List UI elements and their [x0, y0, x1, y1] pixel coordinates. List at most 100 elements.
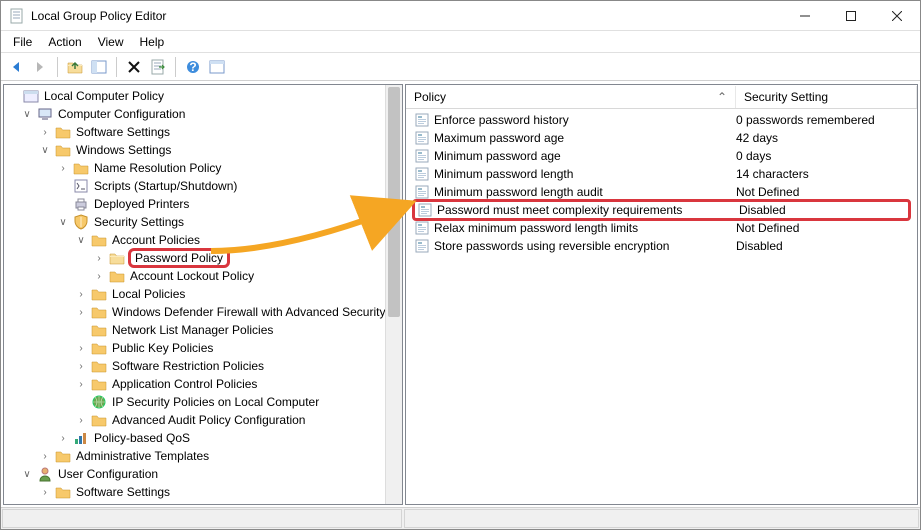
menu-action[interactable]: Action: [40, 33, 89, 51]
separator: [57, 57, 58, 77]
tree-deployed-printers[interactable]: Deployed Printers: [6, 195, 400, 213]
expand-icon[interactable]: ›: [92, 271, 106, 282]
list-row[interactable]: Minimum password length 14 characters: [406, 165, 917, 183]
folder-icon: [91, 304, 107, 320]
tree-label: Software Restriction Policies: [110, 358, 266, 374]
separator: [116, 57, 117, 77]
back-button[interactable]: [5, 56, 27, 78]
svg-text:?: ?: [189, 60, 196, 74]
tree-administrative-templates[interactable]: › Administrative Templates: [6, 447, 400, 465]
policy-setting: Disabled: [739, 203, 906, 217]
tree-network-list-manager[interactable]: Network List Manager Policies: [6, 321, 400, 339]
collapse-icon[interactable]: ∨: [74, 235, 88, 246]
list-row[interactable]: Minimum password age 0 days: [406, 147, 917, 165]
expand-icon[interactable]: ›: [74, 415, 88, 426]
tree-label: Account Lockout Policy: [128, 268, 256, 284]
expand-icon[interactable]: ›: [74, 307, 88, 318]
folder-icon: [109, 250, 125, 266]
up-button[interactable]: [64, 56, 86, 78]
close-button[interactable]: [874, 1, 920, 31]
tree-ip-security-policies[interactable]: IP Security Policies on Local Computer: [6, 393, 400, 411]
tree-windows-settings[interactable]: ∨ Windows Settings: [6, 141, 400, 159]
maximize-button[interactable]: [828, 1, 874, 31]
list-row[interactable]: Enforce password history0 passwords reme…: [406, 111, 917, 129]
sort-asc-icon: ⌃: [717, 90, 727, 104]
expand-icon[interactable]: ›: [74, 379, 88, 390]
folder-icon: [91, 376, 107, 392]
col-security-setting[interactable]: Security Setting: [736, 86, 917, 108]
policy-setting: 0 days: [736, 149, 909, 163]
tree-public-key-policies[interactable]: › Public Key Policies: [6, 339, 400, 357]
minimize-button[interactable]: [782, 1, 828, 31]
tree-scripts[interactable]: Scripts (Startup/Shutdown): [6, 177, 400, 195]
list-row[interactable]: Store passwords using reversible encrypt…: [406, 237, 917, 255]
delete-button[interactable]: [123, 56, 145, 78]
tree-name-resolution-policy[interactable]: › Name Resolution Policy: [6, 159, 400, 177]
expand-icon[interactable]: ›: [38, 451, 52, 462]
properties-button[interactable]: [206, 56, 228, 78]
collapse-icon[interactable]: ∨: [20, 109, 34, 120]
shield-icon: [73, 214, 89, 230]
folder-icon: [55, 124, 71, 140]
folder-icon: [91, 322, 107, 338]
menu-help[interactable]: Help: [132, 33, 173, 51]
expand-icon[interactable]: ›: [38, 127, 52, 138]
tree-policy-based-qos[interactable]: › Policy-based QoS: [6, 429, 400, 447]
tree-user-software-settings[interactable]: › Software Settings: [6, 483, 400, 501]
menu-bar: File Action View Help: [1, 31, 920, 53]
forward-button[interactable]: [29, 56, 51, 78]
tree-account-lockout-policy[interactable]: › Account Lockout Policy: [6, 267, 400, 285]
tree-account-policies[interactable]: ∨ Account Policies: [6, 231, 400, 249]
policy-name: Enforce password history: [434, 113, 569, 127]
folder-icon: [109, 268, 125, 284]
tree-software-settings[interactable]: › Software Settings: [6, 123, 400, 141]
tree-computer-configuration[interactable]: ∨ Computer Configuration: [6, 105, 400, 123]
collapse-icon[interactable]: ∨: [38, 145, 52, 156]
expand-icon[interactable]: ›: [56, 433, 70, 444]
policy-name: Minimum password length: [434, 167, 573, 181]
tree-root[interactable]: Local Computer Policy: [6, 87, 400, 105]
expand-icon[interactable]: ›: [74, 343, 88, 354]
collapse-icon[interactable]: ∨: [56, 217, 70, 228]
tree-label: Account Policies: [110, 232, 202, 248]
tree-security-settings[interactable]: ∨ Security Settings: [6, 213, 400, 231]
menu-view[interactable]: View: [90, 33, 132, 51]
list-header: Policy ⌃ Security Setting: [406, 85, 917, 109]
policy-setting: 14 characters: [736, 167, 909, 181]
tree-application-control-policies[interactable]: › Application Control Policies: [6, 375, 400, 393]
folder-icon: [91, 286, 107, 302]
vertical-scrollbar[interactable]: [385, 85, 402, 504]
col-policy[interactable]: Policy ⌃: [406, 86, 736, 108]
tree-local-policies[interactable]: › Local Policies: [6, 285, 400, 303]
title-bar: Local Group Policy Editor: [1, 1, 920, 31]
help-button[interactable]: ?: [182, 56, 204, 78]
console-tree[interactable]: Local Computer Policy ∨ Computer Configu…: [4, 85, 402, 504]
expand-icon[interactable]: ›: [56, 163, 70, 174]
menu-file[interactable]: File: [5, 33, 40, 51]
tree-label: IP Security Policies on Local Computer: [110, 394, 321, 410]
expand-icon[interactable]: ›: [74, 289, 88, 300]
show-hide-tree-button[interactable]: [88, 56, 110, 78]
collapse-icon[interactable]: ∨: [20, 469, 34, 480]
tree-user-configuration[interactable]: ∨ User Configuration: [6, 465, 400, 483]
folder-icon: [91, 340, 107, 356]
tree-label: Local Computer Policy: [42, 88, 166, 104]
user-icon: [37, 466, 53, 482]
expand-icon[interactable]: ›: [38, 487, 52, 498]
policy-setting: 42 days: [736, 131, 909, 145]
tree-advanced-audit-policy[interactable]: › Advanced Audit Policy Configuration: [6, 411, 400, 429]
list-row[interactable]: Password must meet complexity requiremen…: [412, 199, 911, 221]
policy-name: Minimum password age: [434, 149, 561, 163]
expand-icon[interactable]: ›: [92, 253, 106, 264]
tree-password-policy[interactable]: › Password Policy: [6, 249, 400, 267]
tree-windows-defender-firewall[interactable]: › Windows Defender Firewall with Advance…: [6, 303, 400, 321]
policy-name: Store passwords using reversible encrypt…: [434, 239, 669, 253]
expand-icon[interactable]: ›: [74, 361, 88, 372]
tree-label: Password Policy: [133, 250, 225, 266]
export-button[interactable]: [147, 56, 169, 78]
tree-software-restriction-policies[interactable]: › Software Restriction Policies: [6, 357, 400, 375]
list-row[interactable]: Minimum password length auditNot Defined: [406, 183, 917, 201]
computer-icon: [37, 106, 53, 122]
list-row[interactable]: Relax minimum password length limitsNot …: [406, 219, 917, 237]
list-row[interactable]: Maximum password age42 days: [406, 129, 917, 147]
